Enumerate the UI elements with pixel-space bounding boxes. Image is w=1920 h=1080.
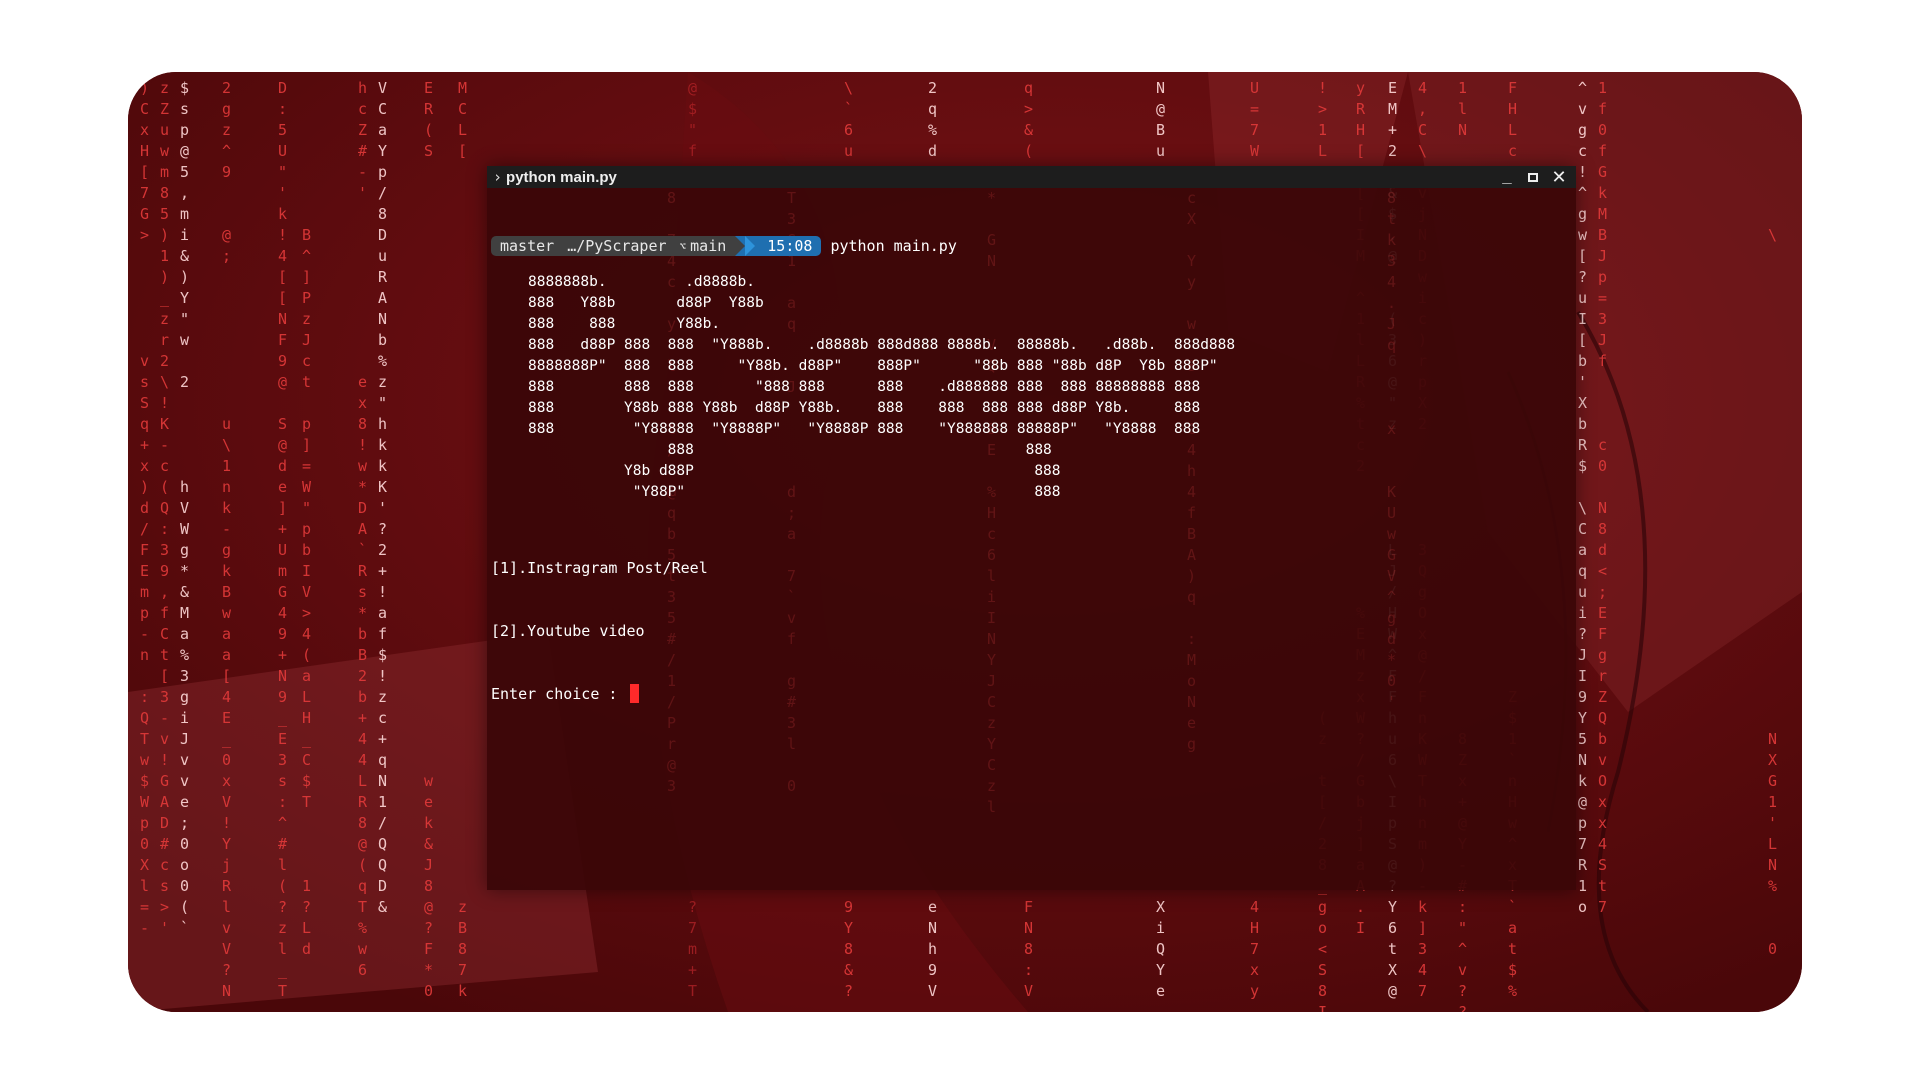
ascii-banner: 8888888b. .d8888b. 888 Y88b d88P Y88b 888 … <box>528 272 1235 503</box>
ascii-banner-line: 888 "Y88888 "Y8888P" "Y8888P 888 "Y88888… <box>528 421 1201 437</box>
prompt-git-segment: ⌥ main <box>675 236 736 256</box>
ascii-banner-line: Y8b d88P 888 <box>528 463 1061 479</box>
terminal-window[interactable]: 8 7 4 c y l t / @ q b 5 t 3 5 # / 1 / P … <box>487 164 1576 890</box>
executed-command: python main.py <box>830 237 957 255</box>
ascii-banner-line: 8888888P" 888 888 "Y88b. d88P" 888P" "88… <box>528 358 1218 374</box>
window-title: python main.py <box>506 168 617 186</box>
shell-prompt: master …/PyScraper ⌥ main 15:08 python m… <box>491 235 957 257</box>
close-icon: ✕ <box>1551 166 1567 188</box>
git-branch-icon: ⌥ <box>679 239 687 253</box>
ascii-banner-line: 888 888 Y88b. <box>528 316 721 332</box>
prompt-separator <box>735 236 746 256</box>
prompt-git-branch: main <box>690 237 727 255</box>
window-controls: _ ✕ <box>1496 164 1570 188</box>
prompt-separator-highlight <box>745 236 756 256</box>
ascii-banner-line: 888 888 888 "888 888 888 .d888888 888 88… <box>528 379 1201 395</box>
menu-option-instagram: [1].Instragram Post/Reel <box>491 559 708 577</box>
menu-option-youtube: [2].Youtube video <box>491 622 645 640</box>
window-titlebar[interactable]: › python main.py _ ✕ <box>487 164 1576 188</box>
close-button[interactable]: ✕ <box>1548 166 1570 188</box>
ascii-banner-line: 888 888 <box>528 442 1052 458</box>
choice-prompt: Enter choice : <box>491 685 627 703</box>
terminal-output[interactable]: master …/PyScraper ⌥ main 15:08 python m… <box>487 188 1576 890</box>
ascii-banner-line: 888 Y88b 888 Y88b d88P Y88b. 888 888 888… <box>528 400 1201 416</box>
maximize-button[interactable] <box>1522 167 1544 187</box>
ascii-banner-line: 8888888b. .d8888b. <box>528 274 755 290</box>
ascii-banner-line: 888 d88P 888 888 "Y888b. .d8888b 888d888… <box>528 337 1236 353</box>
ascii-banner-line: "Y88P" 888 <box>528 484 1061 500</box>
prompt-time-segment: 15:08 <box>755 236 822 256</box>
ascii-banner-line: 888 Y88b d88P Y88b <box>528 295 764 311</box>
menu-options: [1].Instragram Post/Reel [2].Youtube vid… <box>491 516 708 747</box>
prompt-branch-segment: master <box>491 236 564 256</box>
minimize-button[interactable]: _ <box>1496 164 1518 187</box>
text-cursor <box>630 684 640 703</box>
chevron-right-icon: › <box>493 168 503 186</box>
prompt-path-segment: …/PyScraper <box>563 236 676 256</box>
minimize-icon: _ <box>1502 164 1512 184</box>
maximize-icon <box>1528 172 1538 182</box>
choice-input-line[interactable]: Enter choice : <box>491 684 708 705</box>
desktop-wallpaper: ) C x H [ 7 G > v s S q + x ) d / F E m … <box>128 72 1802 1012</box>
